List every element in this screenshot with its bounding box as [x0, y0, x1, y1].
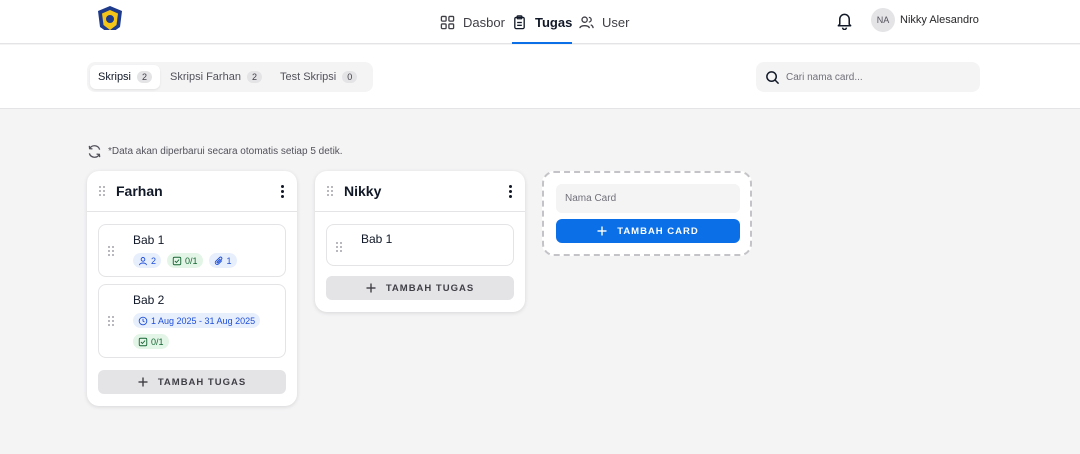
members-count: 2: [151, 255, 157, 266]
checklist-count: 0/1: [151, 336, 164, 347]
attachments-badge: 1: [208, 253, 237, 268]
tab-label: Test Skripsi: [279, 71, 337, 83]
search-icon: [766, 70, 780, 84]
bell-icon[interactable]: [836, 11, 853, 30]
add-card-button[interactable]: TAMBAH CARD: [556, 219, 740, 243]
task-card-title: Bab 2: [133, 293, 165, 307]
tab-label: Skripsi: [98, 71, 132, 83]
search-input[interactable]: [786, 71, 966, 83]
tab-skripsi-farhan[interactable]: Skripsi Farhan 2: [162, 65, 270, 89]
refresh-icon[interactable]: [87, 144, 102, 159]
drag-handle-icon[interactable]: [108, 316, 116, 326]
checkbox-icon: [172, 256, 182, 265]
column-farhan: Farhan Bab 1 2 0/1 1 Bab 2 1 Aug 2025 - …: [87, 171, 297, 406]
drag-handle-icon[interactable]: [336, 242, 344, 252]
checklist-badge: 0/1: [133, 334, 169, 349]
checklist-badge: 0/1: [167, 253, 203, 268]
task-card[interactable]: Bab 1: [326, 224, 514, 266]
tab-test-skripsi[interactable]: Test Skripsi 0: [272, 65, 365, 89]
nav-tugas[interactable]: Tugas: [512, 0, 573, 44]
avatar[interactable]: NA: [871, 8, 895, 32]
notice-text: *Data akan diperbarui secara otomatis se…: [108, 146, 343, 157]
nav-tugas-label: Tugas: [535, 14, 573, 30]
more-vertical-icon[interactable]: [509, 184, 513, 198]
grid-icon: [440, 15, 455, 29]
date-range-badge: 1 Aug 2025 - 31 Aug 2025: [133, 313, 261, 328]
board-toolbar: Skripsi 2 Skripsi Farhan 2 Test Skripsi …: [0, 45, 1080, 109]
task-card-title: Bab 1: [361, 232, 393, 246]
tab-count-badge: 2: [246, 71, 262, 83]
drag-handle-icon[interactable]: [108, 245, 116, 256]
task-card[interactable]: Bab 2 1 Aug 2025 - 31 Aug 2025 0/1: [98, 284, 286, 358]
checklist-count: 0/1: [185, 255, 198, 266]
nav-user[interactable]: User: [579, 0, 629, 44]
column-title: Nikky: [344, 183, 382, 199]
add-task-button[interactable]: TAMBAH TUGAS: [326, 276, 514, 300]
tab-count-badge: 0: [342, 71, 358, 83]
nav-dasbor[interactable]: Dasbor: [440, 0, 505, 44]
search-box: [756, 62, 980, 92]
drag-handle-icon[interactable]: [99, 186, 107, 196]
checkbox-icon: [138, 337, 148, 346]
column-title: Farhan: [116, 183, 163, 199]
column-nikky: Nikky Bab 1 TAMBAH TUGAS: [315, 171, 525, 312]
column-header: Farhan: [87, 171, 297, 212]
add-task-label: TAMBAH TUGAS: [157, 376, 247, 388]
column-body: Bab 1 2 0/1 1 Bab 2 1 Aug 2025 - 31 Aug …: [87, 212, 297, 406]
clock-icon: [138, 316, 148, 325]
task-card-title: Bab 1: [133, 233, 165, 247]
nav-user-label: User: [602, 14, 630, 30]
drag-handle-icon[interactable]: [327, 186, 335, 196]
plus-icon: [138, 377, 148, 387]
user-icon: [139, 256, 147, 265]
tab-count-badge: 2: [137, 71, 153, 83]
plus-icon: [597, 226, 607, 236]
date-range-text: 1 Aug 2025 - 31 Aug 2025: [151, 315, 256, 326]
clipboard-icon: [514, 14, 525, 29]
add-task-button[interactable]: TAMBAH TUGAS: [98, 370, 286, 394]
members-badge: 2: [133, 253, 162, 268]
nav-dasbor-label: Dasbor: [463, 14, 505, 30]
new-card-panel: TAMBAH CARD: [542, 171, 752, 256]
column-header: Nikky: [315, 171, 525, 212]
stmik-logo[interactable]: [96, 5, 124, 35]
user-name[interactable]: Nikky Alesandro: [900, 14, 979, 26]
users-icon: [579, 15, 594, 28]
plus-icon: [366, 283, 376, 293]
more-vertical-icon[interactable]: [281, 184, 285, 198]
paperclip-icon: [214, 256, 222, 265]
task-card[interactable]: Bab 1 2 0/1 1: [98, 224, 286, 277]
card-name-input[interactable]: [556, 184, 740, 213]
add-card-label: TAMBAH CARD: [617, 225, 699, 237]
top-navbar: Dasbor Tugas User NA Nikky Alesandro: [0, 0, 1080, 44]
tab-label: Skripsi Farhan: [170, 71, 241, 83]
tab-skripsi[interactable]: Skripsi 2: [90, 65, 161, 89]
auto-refresh-notice: *Data akan diperbarui secara otomatis se…: [87, 144, 343, 159]
column-body: Bab 1 TAMBAH TUGAS: [315, 212, 525, 312]
add-task-label: TAMBAH TUGAS: [385, 282, 475, 294]
attachments-count: 1: [226, 255, 232, 266]
board-tabs: Skripsi 2 Skripsi Farhan 2 Test Skripsi …: [87, 62, 373, 92]
